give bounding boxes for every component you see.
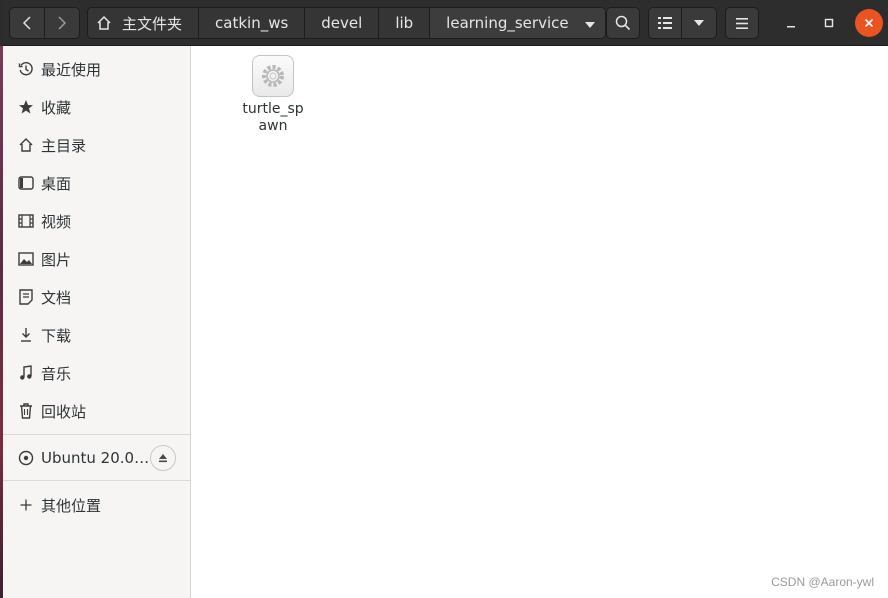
sidebar-item-label: 主目录 xyxy=(41,136,87,155)
file-manager-window: 主文件夹 catkin_ws devel lib learning_servic… xyxy=(3,0,888,598)
sidebar-item-label: 桌面 xyxy=(41,174,72,193)
list-view-icon xyxy=(658,17,672,29)
image-icon xyxy=(17,250,35,268)
forward-button[interactable] xyxy=(44,7,80,39)
search-button[interactable] xyxy=(606,7,640,39)
breadcrumb-catkin-ws[interactable]: catkin_ws xyxy=(199,8,306,38)
search-icon xyxy=(615,15,631,31)
sidebar-separator xyxy=(3,434,190,435)
maximize-button[interactable] xyxy=(815,9,843,37)
hamburger-menu-icon xyxy=(736,17,748,29)
minimize-button[interactable] xyxy=(777,9,805,37)
chevron-down-icon xyxy=(584,14,595,32)
trash-icon xyxy=(17,402,35,420)
breadcrumb-home[interactable]: 主文件夹 xyxy=(88,8,200,38)
sidebar-item-home[interactable]: 主目录 xyxy=(3,127,190,163)
breadcrumb-label: 主文件夹 xyxy=(122,14,183,33)
view-options-button[interactable] xyxy=(681,7,717,39)
sidebar-item-label: 下载 xyxy=(41,326,72,345)
star-icon xyxy=(17,98,35,116)
sidebar-item-label: 音乐 xyxy=(41,364,72,383)
sidebar-item-label: 图片 xyxy=(41,250,72,269)
header-bar: 主文件夹 catkin_ws devel lib learning_servic… xyxy=(3,0,888,46)
home-icon xyxy=(97,15,111,30)
minimize-icon xyxy=(787,26,795,28)
file-view: turtle_spawn CSDN @Aaron-ywl xyxy=(191,46,888,598)
sidebar-item-recent[interactable]: 最近使用 xyxy=(3,51,190,87)
sidebar-item-documents[interactable]: 文档 xyxy=(3,279,190,315)
chevron-right-icon xyxy=(58,16,67,30)
clock-icon xyxy=(17,60,35,78)
sidebar-item-label: 收藏 xyxy=(41,98,72,117)
sidebar-item-label: 最近使用 xyxy=(41,60,102,79)
chevron-left-icon xyxy=(22,16,31,30)
sidebar-item-label: Ubuntu 20.0… xyxy=(41,449,150,467)
sidebar-item-downloads[interactable]: 下载 xyxy=(3,317,190,353)
sidebar-item-device[interactable]: Ubuntu 20.0… xyxy=(3,440,190,476)
executable-gear-icon xyxy=(252,55,294,97)
breadcrumb-label: catkin_ws xyxy=(215,14,289,32)
back-button[interactable] xyxy=(9,7,45,39)
breadcrumb-label: lib xyxy=(395,14,414,32)
watermark: CSDN @Aaron-ywl xyxy=(771,575,874,589)
video-icon xyxy=(17,212,35,230)
disc-icon xyxy=(17,449,35,467)
document-icon xyxy=(17,288,35,306)
eject-button[interactable] xyxy=(150,445,176,471)
maximize-icon xyxy=(824,18,834,28)
plus-icon xyxy=(17,496,35,514)
sidebar-item-desktop[interactable]: 桌面 xyxy=(3,165,190,201)
sidebar-item-label: 回收站 xyxy=(41,402,87,421)
eject-icon xyxy=(159,454,167,463)
sidebar-item-music[interactable]: 音乐 xyxy=(3,355,190,391)
sidebar-item-label: 其他位置 xyxy=(41,496,102,515)
sidebar-item-other-locations[interactable]: 其他位置 xyxy=(3,487,190,523)
chevron-down-icon xyxy=(694,20,704,26)
home-icon xyxy=(17,136,35,154)
breadcrumb-label: learning_service xyxy=(446,14,569,32)
desktop-icon xyxy=(17,174,35,192)
breadcrumb-label: devel xyxy=(321,14,363,32)
file-item[interactable]: turtle_spawn xyxy=(241,55,305,135)
breadcrumb-devel[interactable]: devel xyxy=(305,8,380,38)
sidebar-item-label: 视频 xyxy=(41,212,72,231)
sidebar: 最近使用 收藏 主目录 桌面 视频 图片 文档 下载 音乐 回收站 Ubuntu… xyxy=(3,46,191,598)
breadcrumb-current[interactable]: learning_service xyxy=(430,8,605,38)
sidebar-item-label: 文档 xyxy=(41,288,72,307)
sidebar-item-trash[interactable]: 回收站 xyxy=(3,393,190,429)
sidebar-item-videos[interactable]: 视频 xyxy=(3,203,190,239)
app-menu-button[interactable] xyxy=(725,7,759,39)
close-icon xyxy=(864,18,874,28)
breadcrumb: 主文件夹 catkin_ws devel lib learning_servic… xyxy=(87,7,606,39)
download-icon xyxy=(17,326,35,344)
breadcrumb-lib[interactable]: lib xyxy=(379,8,431,38)
sidebar-item-pictures[interactable]: 图片 xyxy=(3,241,190,277)
file-name: turtle_spawn xyxy=(242,101,304,134)
music-icon xyxy=(17,364,35,382)
sidebar-separator xyxy=(3,480,190,481)
close-button[interactable] xyxy=(855,9,883,37)
list-view-button[interactable] xyxy=(648,7,682,39)
sidebar-item-starred[interactable]: 收藏 xyxy=(3,89,190,125)
